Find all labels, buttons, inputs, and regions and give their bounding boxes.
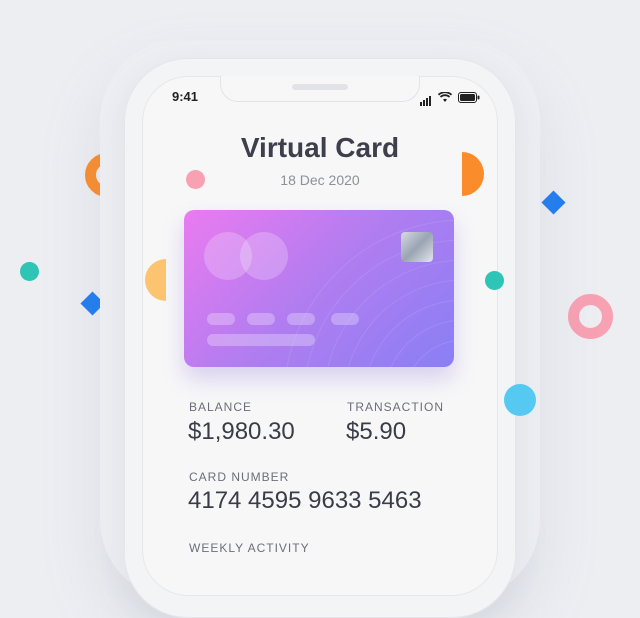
decor-pink-dot	[186, 170, 205, 189]
card-number-label: CARD NUMBER	[189, 470, 290, 484]
wifi-icon	[438, 91, 452, 102]
balance-value: $1,980.30	[188, 418, 295, 445]
signal-icon	[420, 88, 432, 106]
page-title: Virtual Card	[240, 132, 400, 163]
transaction-value: $5.90	[346, 418, 407, 445]
card-holder-bar	[207, 334, 315, 346]
phone-screen: 9:41 Virtual Card 18 Dec 2020 BALANCE $1…	[142, 76, 498, 596]
transaction-label: TRANSACTION	[347, 400, 445, 414]
decor-teal-dot	[20, 262, 39, 281]
virtual-card[interactable]	[184, 210, 454, 367]
decor-blue-diamond	[541, 190, 566, 215]
card-digit-group	[287, 313, 315, 325]
decor-light-blue-dot	[504, 384, 536, 416]
balance-label: BALANCE	[189, 400, 253, 414]
speaker	[292, 84, 348, 90]
card-digit-group	[247, 313, 275, 325]
battery-icon	[458, 91, 480, 103]
status-icons	[420, 88, 480, 106]
card-digit-group	[331, 313, 359, 325]
card-chip-icon	[401, 232, 433, 262]
card-number-value: 4174 4595 9633 5463	[188, 487, 422, 514]
decor-pink-ring	[568, 294, 613, 339]
status-time: 9:41	[172, 89, 199, 104]
decor-teal-dot	[485, 271, 504, 290]
weekly-activity-label: WEEKLY ACTIVITY	[189, 541, 310, 555]
card-digit-group	[207, 313, 235, 325]
